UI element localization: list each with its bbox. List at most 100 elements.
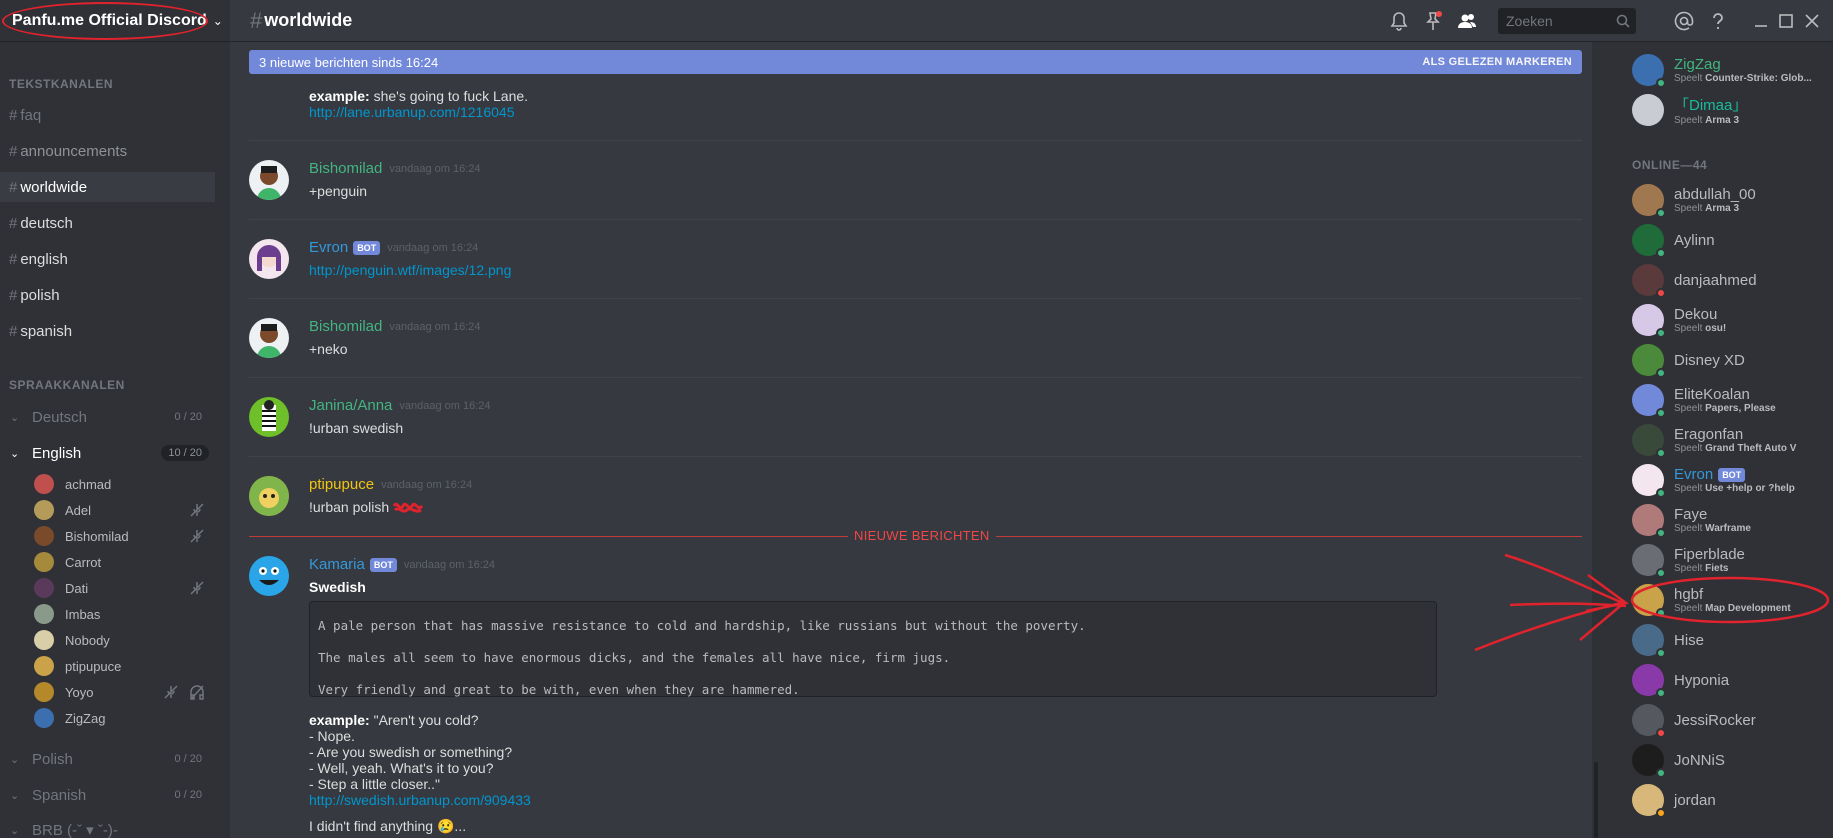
member-name: abdullah_00 bbox=[1674, 186, 1756, 203]
avatar bbox=[1632, 504, 1666, 538]
avatar bbox=[34, 604, 54, 624]
member-item[interactable]: hgbf Speelt Map Development bbox=[1632, 582, 1832, 618]
voice-channel-polish[interactable]: ⌄ Polish 0 / 20 bbox=[0, 745, 215, 773]
member-item[interactable]: Faye Speelt Warframe bbox=[1632, 502, 1832, 538]
bell-icon[interactable] bbox=[1388, 10, 1410, 32]
member-activity: Speelt Warframe bbox=[1674, 523, 1751, 534]
search-bar[interactable] bbox=[1498, 8, 1636, 34]
member-item[interactable]: jordan bbox=[1632, 782, 1832, 818]
member-item[interactable]: EliteKoalan Speelt Papers, Please bbox=[1632, 382, 1832, 418]
message-author: Kamaria BOT vandaag om 16:24 bbox=[309, 556, 495, 573]
avatar[interactable] bbox=[249, 556, 289, 596]
message-text: !urban swedish bbox=[309, 420, 404, 436]
status-online-icon bbox=[1656, 488, 1666, 498]
channel-label: faq bbox=[20, 106, 42, 124]
hash-icon: # bbox=[9, 322, 18, 340]
avatar bbox=[1632, 424, 1666, 458]
status-dnd-icon bbox=[1656, 288, 1666, 298]
voice-user[interactable]: Carrot bbox=[34, 550, 214, 574]
voice-user[interactable]: Imbas bbox=[34, 602, 214, 626]
scrollbar-track[interactable] bbox=[1592, 42, 1600, 838]
voice-user[interactable]: Nobody bbox=[34, 628, 214, 652]
timestamp: vandaag om 16:24 bbox=[389, 162, 481, 175]
voice-user-name: Dati bbox=[65, 580, 89, 596]
avatar[interactable] bbox=[249, 160, 289, 200]
chevron-down-icon: ⌄ bbox=[10, 447, 20, 460]
avatar bbox=[34, 500, 54, 520]
voice-user[interactable]: Bishomilad bbox=[34, 524, 214, 548]
member-item[interactable]: Eragonfan Speelt Grand Theft Auto V bbox=[1632, 422, 1832, 458]
close-icon[interactable] bbox=[1801, 10, 1823, 32]
member-item[interactable]: Fiperblade Speelt Fiets bbox=[1632, 542, 1832, 578]
message-link[interactable]: http://penguin.wtf/images/12.png bbox=[309, 262, 511, 278]
member-item[interactable]: Dekou Speelt osu! bbox=[1632, 302, 1832, 338]
author-name[interactable]: Bishomilad bbox=[309, 318, 382, 335]
maximize-icon[interactable] bbox=[1775, 10, 1797, 32]
channel-label: announcements bbox=[20, 142, 128, 160]
member-name: hgbf bbox=[1674, 586, 1704, 603]
voice-user[interactable]: Adel bbox=[34, 498, 214, 522]
voice-user[interactable]: Yoyo bbox=[34, 680, 214, 704]
member-name: Evron BOT bbox=[1674, 466, 1795, 483]
channel-announcements[interactable]: # announcements bbox=[0, 136, 215, 166]
member-item[interactable]: ZigZag Speelt Counter-Strike: Glob... bbox=[1632, 52, 1832, 88]
avatar[interactable] bbox=[249, 239, 289, 279]
channel-worldwide[interactable]: # worldwide bbox=[0, 172, 215, 202]
status-online-icon bbox=[1656, 408, 1666, 418]
voice-user-count: 0 / 20 bbox=[174, 753, 202, 765]
search-input[interactable] bbox=[1506, 13, 1606, 29]
member-item[interactable]: Hise bbox=[1632, 622, 1832, 658]
message-text: !urban polish bbox=[309, 499, 423, 515]
member-item[interactable]: abdullah_00 Speelt Arma 3 bbox=[1632, 182, 1832, 218]
member-name: Hise bbox=[1674, 631, 1705, 649]
member-item[interactable]: Evron BOT Speelt Use +help or ?help bbox=[1632, 462, 1832, 498]
minimize-icon[interactable] bbox=[1750, 10, 1772, 32]
new-messages-bar[interactable]: 3 nieuwe berichten sinds 16:24 ALS GELEZ… bbox=[249, 50, 1582, 74]
channel-english[interactable]: # english bbox=[0, 244, 215, 274]
example-text: she's going to fuck Lane. bbox=[369, 88, 529, 104]
author-name[interactable]: Kamaria bbox=[309, 556, 365, 573]
voice-channel-spanish[interactable]: ⌄ Spanish 0 / 20 bbox=[0, 781, 215, 809]
scrollbar-thumb[interactable] bbox=[1594, 762, 1598, 838]
channel-deutsch[interactable]: # deutsch bbox=[0, 208, 215, 238]
channel-label: spanish bbox=[20, 322, 73, 340]
voice-channel-deutsch[interactable]: ⌄ Deutsch 0 / 20 bbox=[0, 403, 215, 431]
avatar bbox=[1632, 544, 1666, 578]
author-name[interactable]: Evron bbox=[309, 239, 348, 256]
status-online-icon bbox=[1656, 448, 1666, 458]
message-link[interactable]: http://swedish.urbanup.com/909433 bbox=[309, 792, 531, 808]
voice-channel-brb[interactable]: ⌄ BRB (-ˇ ▾ ˇ-)- bbox=[0, 816, 215, 838]
member-name: 「Dimaa」 bbox=[1674, 97, 1748, 114]
member-item[interactable]: danjaahmed bbox=[1632, 262, 1832, 298]
message-link[interactable]: http://lane.urbanup.com/1216045 bbox=[309, 104, 515, 120]
mention-icon[interactable] bbox=[1673, 10, 1695, 32]
mark-as-read-button[interactable]: ALS GELEZEN MARKEREN bbox=[1422, 56, 1572, 68]
voice-user-count: 0 / 20 bbox=[174, 411, 202, 423]
channel-sidebar: Panfu.me Official Discord ⌄ TEKSTKANALEN… bbox=[0, 0, 230, 838]
author-name[interactable]: Janina/Anna bbox=[309, 397, 392, 414]
pin-icon[interactable] bbox=[1422, 10, 1444, 32]
member-item[interactable]: Disney XD bbox=[1632, 342, 1832, 378]
member-item[interactable]: JoNNiS bbox=[1632, 742, 1832, 778]
channel-polish[interactable]: # polish bbox=[0, 280, 215, 310]
voice-user[interactable]: ZigZag bbox=[34, 706, 214, 730]
author-name[interactable]: Bishomilad bbox=[309, 160, 382, 177]
author-name[interactable]: ptipupuce bbox=[309, 476, 374, 493]
avatar[interactable] bbox=[249, 397, 289, 437]
channel-faq[interactable]: # faq bbox=[0, 100, 215, 130]
avatar[interactable] bbox=[249, 476, 289, 516]
member-item[interactable]: Aylinn bbox=[1632, 222, 1832, 258]
voice-user[interactable]: ptipupuce bbox=[34, 654, 214, 678]
voice-user[interactable]: Dati bbox=[34, 576, 214, 600]
member-item[interactable]: JessiRocker bbox=[1632, 702, 1832, 738]
avatar[interactable] bbox=[249, 318, 289, 358]
status-online-icon bbox=[1656, 648, 1666, 658]
channel-spanish[interactable]: # spanish bbox=[0, 316, 215, 346]
member-item[interactable]: 「Dimaa」 Speelt Arma 3 bbox=[1632, 92, 1832, 128]
members-icon[interactable] bbox=[1456, 10, 1478, 32]
voice-channel-english[interactable]: ⌄ English 10 / 20 bbox=[0, 439, 215, 467]
voice-user[interactable]: achmad bbox=[34, 472, 214, 496]
help-icon[interactable] bbox=[1707, 10, 1729, 32]
voice-user-name: Imbas bbox=[65, 606, 101, 622]
member-item[interactable]: Hyponia bbox=[1632, 662, 1832, 698]
